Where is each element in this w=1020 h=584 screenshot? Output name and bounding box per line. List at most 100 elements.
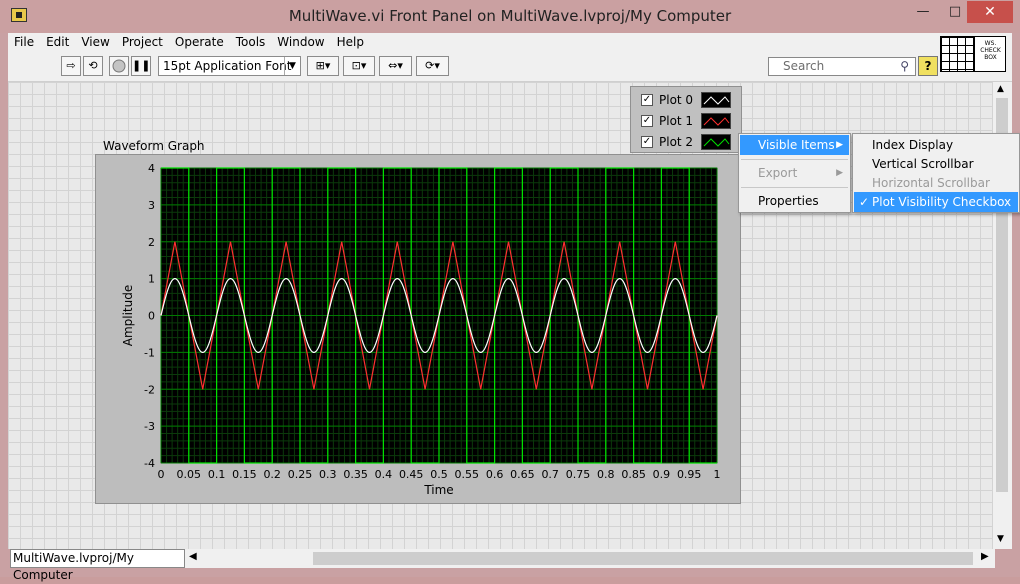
context-menu: Visible Items ▶ Export ▶ Properties [738,133,851,213]
font-select[interactable]: 15pt Application Font ▼ [158,56,301,76]
menu-item-properties[interactable]: Properties [740,191,849,211]
horizontal-scrollbar[interactable]: ◀ ▶ [185,549,995,568]
menu-window[interactable]: Window [271,33,330,51]
submenu-arrow-icon: ▶ [836,168,843,178]
menu-project[interactable]: Project [116,33,169,51]
x-tick-label: 1 [714,468,721,481]
maximize-button[interactable]: □ [940,1,970,23]
y-tick-label: 3 [148,199,155,212]
legend-item-plot2[interactable]: ✓ Plot 2 [639,132,739,152]
y-tick-label: 1 [148,273,155,286]
menu-item-label: Visible Items [758,138,835,152]
x-tick-label: 0.45 [399,468,424,481]
menu-help[interactable]: Help [331,33,370,51]
pause-icon[interactable]: ❚❚ [131,56,151,76]
x-tick-label: 0.7 [541,468,559,481]
run-continuously-icon[interactable]: ⟲ [83,56,103,76]
menu-item-label: Plot Visibility Checkbox [872,195,1012,209]
menu-item-label: Properties [758,194,819,208]
menu-item-label: Horizontal Scrollbar [872,176,990,190]
window-title: MultiWave.vi Front Panel on MultiWave.lv… [288,7,732,25]
distribute-objects-icon[interactable]: ⊡▾ [343,56,375,76]
resize-objects-icon[interactable]: ⇔▾ [379,56,412,76]
search-input[interactable]: Search ⚲ [768,57,916,76]
menu-item-visible-items[interactable]: Visible Items ▶ [740,135,849,155]
abort-execution-icon[interactable] [109,56,129,76]
y-tick-label: 2 [148,236,155,249]
submenu-arrow-icon: ▶ [836,140,843,150]
search-placeholder: Search [783,59,825,73]
x-tick-label: 0.75 [566,468,591,481]
menu-view[interactable]: View [75,33,115,51]
plot-visibility-checkbox-0[interactable]: ✓ [641,94,653,106]
scroll-right-icon[interactable]: ▶ [981,551,989,562]
menu-item-plot-visibility-checkbox[interactable]: ✓ Plot Visibility Checkbox [854,192,1018,212]
menu-item-export[interactable]: Export ▶ [740,163,849,183]
scroll-left-icon[interactable]: ◀ [189,551,197,562]
title-bar: MultiWave.vi Front Panel on MultiWave.lv… [0,0,1020,33]
y-axis-label: Amplitude [121,285,135,347]
menu-item-vertical-scrollbar[interactable]: Vertical Scrollbar [854,154,1018,174]
checkmark-icon: ✓ [859,195,870,209]
x-tick-label: 0.3 [319,468,337,481]
align-objects-icon[interactable]: ⊞▾ [307,56,339,76]
menu-operate[interactable]: Operate [169,33,230,51]
waveform-graph[interactable]: 0 0.05 0.1 0.15 0.2 0.25 0.3 0.35 0.4 0.45 0.5 0.55… [95,154,741,504]
font-select-value: 15pt Application Font [163,59,292,73]
reorder-icon[interactable]: ⟳▾ [416,56,449,76]
legend-item-plot0[interactable]: ✓ Plot 0 [639,90,739,110]
scroll-up-icon[interactable]: ▲ [997,84,1004,94]
scroll-down-icon[interactable]: ▼ [997,534,1004,544]
menu-item-label: Export [758,166,798,180]
legend-label-0: Plot 0 [659,93,694,107]
plot-swatch-1[interactable] [701,113,731,129]
graph-label: Waveform Graph [103,139,205,153]
context-help-icon[interactable]: ? [918,56,938,76]
connector-pane[interactable]: WS. CHECK BOX [940,36,1006,72]
plot-swatch-0[interactable] [701,92,731,108]
menu-item-label: Vertical Scrollbar [872,157,974,171]
legend-label-1: Plot 1 [659,114,694,128]
y-tick-label: -2 [144,383,155,396]
plot-swatch-2[interactable] [701,134,731,150]
x-tick-label: 0.65 [510,468,535,481]
menu-file[interactable]: File [8,33,40,51]
y-tick-label: -4 [144,457,155,470]
close-button[interactable]: ✕ [967,1,1013,23]
x-tick-label: 0.8 [597,468,615,481]
toolbar: ⇨ ⟲ ❚❚ 15pt Application Font ▼ ⊞▾ ⊡▾ ⇔▾ ⟳… [8,52,1012,82]
y-tick-label: -1 [144,346,155,359]
x-tick-label: 0.85 [621,468,646,481]
vi-icon-label: WS. CHECK BOX [980,40,1001,61]
menu-item-index-display[interactable]: Index Display [854,135,1018,155]
x-tick-label: 0.55 [455,468,480,481]
connector-pane-grid [941,37,975,71]
menu-tools[interactable]: Tools [230,33,272,51]
x-tick-label: 0.15 [232,468,257,481]
minimize-button[interactable]: — [908,1,938,23]
run-arrow-icon[interactable]: ⇨ [61,56,81,76]
x-tick-label: 0.25 [288,468,313,481]
labview-window: MultiWave.vi Front Panel on MultiWave.lv… [0,0,1020,582]
y-tick-label: -3 [144,420,155,433]
menu-separator [741,187,848,188]
y-tick-label: 4 [148,162,155,175]
legend-item-plot1[interactable]: ✓ Plot 1 [639,111,739,131]
plot-legend[interactable]: ✓ Plot 0 ✓ Plot 1 ✓ Plot 2 [630,86,742,153]
x-tick-label: 0.4 [375,468,393,481]
x-tick-label: 0 [158,468,165,481]
menu-separator [741,159,848,160]
x-tick-label: 0.35 [343,468,368,481]
x-tick-label: 0.6 [486,468,504,481]
x-tick-label: 0.9 [653,468,671,481]
search-icon[interactable]: ⚲ [900,58,909,75]
project-status: MultiWave.lvproj/My Computer [10,549,185,582]
chevron-down-icon: ▼ [284,57,300,75]
plot-visibility-checkbox-2[interactable]: ✓ [641,136,653,148]
menu-item-horizontal-scrollbar[interactable]: Horizontal Scrollbar [854,173,1018,193]
menu-edit[interactable]: Edit [40,33,75,51]
x-axis-label: Time [423,483,453,497]
menu-item-label: Index Display [872,138,954,152]
horizontal-scroll-thumb[interactable] [313,552,973,565]
plot-visibility-checkbox-1[interactable]: ✓ [641,115,653,127]
